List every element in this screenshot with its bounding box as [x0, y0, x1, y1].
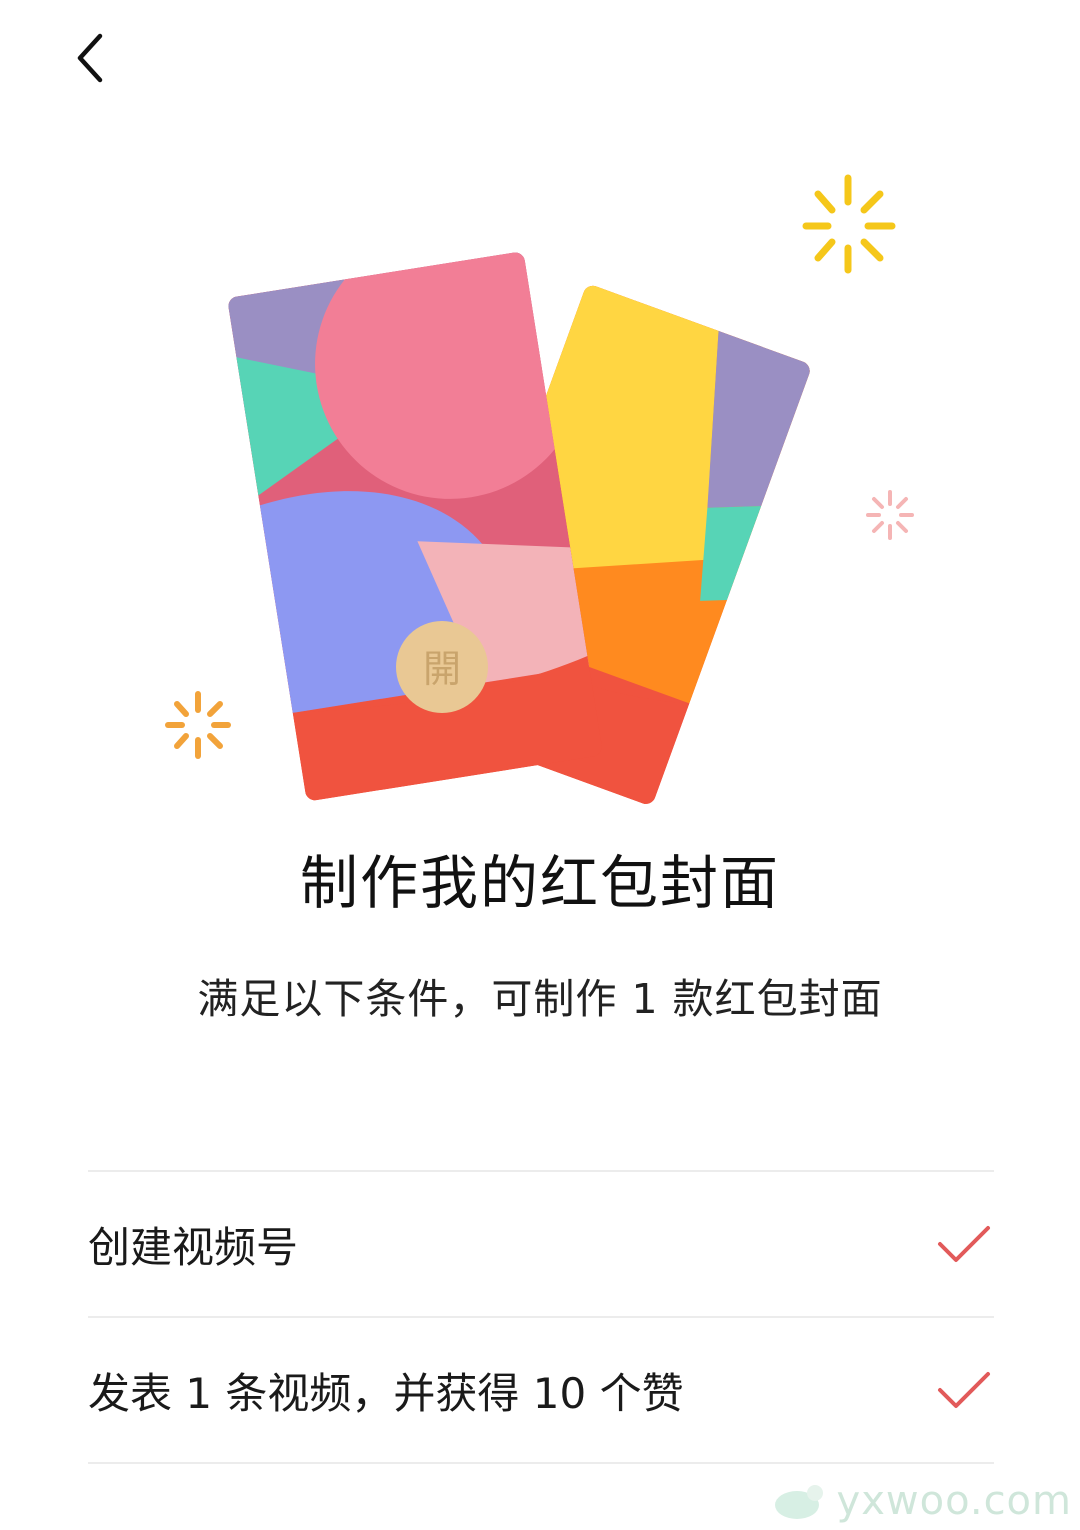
requirement-label: 创建视频号: [88, 1222, 299, 1272]
requirements-list: 创建视频号 发表 1 条视频，并获得 10 个赞: [88, 1170, 994, 1464]
red-envelope-illustration: 開: [165, 174, 914, 807]
requirement-row-post-video: 发表 1 条视频，并获得 10 个赞: [88, 1318, 994, 1462]
requirement-label: 发表 1 条视频，并获得 10 个赞: [88, 1368, 684, 1418]
check-icon: [938, 1226, 990, 1262]
watermark-text: yxwoo.com: [836, 1478, 1072, 1524]
check-icon: [938, 1372, 990, 1408]
svg-text:開: 開: [423, 647, 461, 691]
sparkle-icon: [802, 174, 896, 274]
sparkle-icon: [165, 691, 231, 759]
back-button[interactable]: [60, 28, 120, 88]
chevron-left-icon: [77, 33, 103, 83]
divider: [88, 1462, 994, 1464]
open-coin: 開: [396, 621, 488, 713]
watermark: yxwoo.com: [771, 1478, 1072, 1524]
requirement-row-create-channel: 创建视频号: [88, 1172, 994, 1316]
page-title: 制作我的红包封面: [299, 849, 780, 917]
page-subtitle: 满足以下条件，可制作 1 款红包封面: [197, 975, 883, 1023]
sparkle-icon: [866, 490, 914, 540]
snail-logo-icon: [774, 1485, 823, 1519]
